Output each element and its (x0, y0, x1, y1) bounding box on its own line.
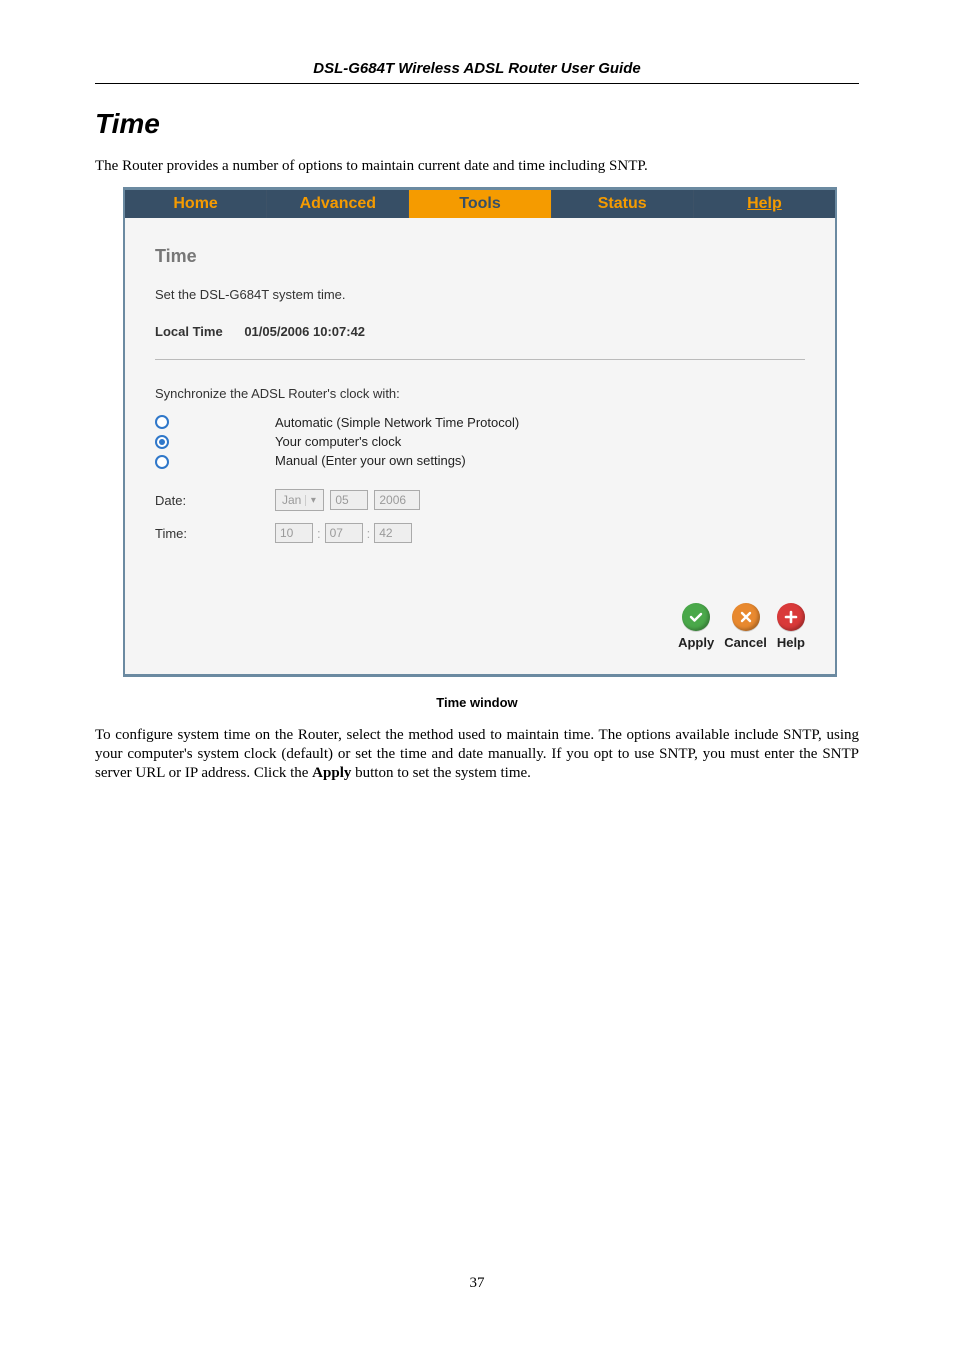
local-time-value: 01/05/2006 10:07:42 (244, 324, 365, 339)
time-colon-2: : (367, 526, 371, 541)
month-value: Jan (282, 493, 301, 507)
time-colon-1: : (317, 526, 321, 541)
radio-label-computer: Your computer's clock (275, 434, 519, 449)
month-select[interactable]: Jan ▾ (275, 489, 324, 511)
chevron-down-icon: ▾ (305, 495, 320, 506)
body-text-c: button to set the system time. (351, 765, 531, 781)
sync-label: Synchronize the ADSL Router's clock with… (155, 386, 805, 401)
tab-advanced[interactable]: Advanced (267, 190, 409, 218)
cancel-button[interactable]: Cancel (724, 603, 767, 650)
year-input[interactable]: 2006 (374, 490, 420, 510)
panel-divider (155, 359, 805, 360)
router-ui-window: Home Advanced Tools Status Help Time Set… (123, 187, 837, 677)
panel-subtitle: Set the DSL-G684T system time. (155, 287, 805, 302)
tab-bar: Home Advanced Tools Status Help (125, 190, 835, 218)
panel-heading: Time (155, 246, 805, 267)
body-paragraph: To configure system time on the Router, … (95, 726, 859, 784)
page-number: 37 (0, 1275, 954, 1292)
check-icon (682, 603, 710, 631)
tab-help[interactable]: Help (694, 190, 835, 218)
minute-input[interactable]: 07 (325, 523, 363, 543)
tab-tools[interactable]: Tools (409, 190, 551, 218)
radio-manual[interactable] (155, 455, 169, 469)
body-text-bold: Apply (312, 765, 351, 781)
intro-text: The Router provides a number of options … (95, 158, 859, 175)
tab-home[interactable]: Home (125, 190, 267, 218)
local-time-row: Local Time 01/05/2006 10:07:42 (155, 324, 805, 339)
date-label: Date: (155, 493, 275, 508)
second-input[interactable]: 42 (374, 523, 412, 543)
plus-icon (777, 603, 805, 631)
help-label: Help (777, 635, 805, 650)
figure-caption: Time window (95, 695, 859, 710)
apply-button[interactable]: Apply (678, 603, 714, 650)
document-header: DSL-G684T Wireless ADSL Router User Guid… (95, 60, 859, 77)
x-icon (732, 603, 760, 631)
tab-status[interactable]: Status (552, 190, 694, 218)
date-row: Date: Jan ▾ 05 2006 (155, 489, 805, 511)
action-row: Apply Cancel Help (155, 603, 805, 650)
local-time-label: Local Time (155, 324, 223, 339)
cancel-label: Cancel (724, 635, 767, 650)
time-label: Time: (155, 526, 275, 541)
section-heading-time: Time (95, 108, 859, 140)
time-panel: Time Set the DSL-G684T system time. Loca… (125, 218, 835, 674)
radio-label-automatic: Automatic (Simple Network Time Protocol) (275, 415, 519, 430)
radio-automatic[interactable] (155, 415, 169, 429)
header-divider (95, 83, 859, 84)
radio-label-manual: Manual (Enter your own settings) (275, 453, 519, 468)
time-row: Time: 10 : 07 : 42 (155, 523, 805, 543)
radio-computer-clock[interactable] (155, 435, 169, 449)
help-button[interactable]: Help (777, 603, 805, 650)
sync-radio-group: Automatic (Simple Network Time Protocol)… (155, 415, 805, 469)
hour-input[interactable]: 10 (275, 523, 313, 543)
day-input[interactable]: 05 (330, 490, 368, 510)
apply-label: Apply (678, 635, 714, 650)
